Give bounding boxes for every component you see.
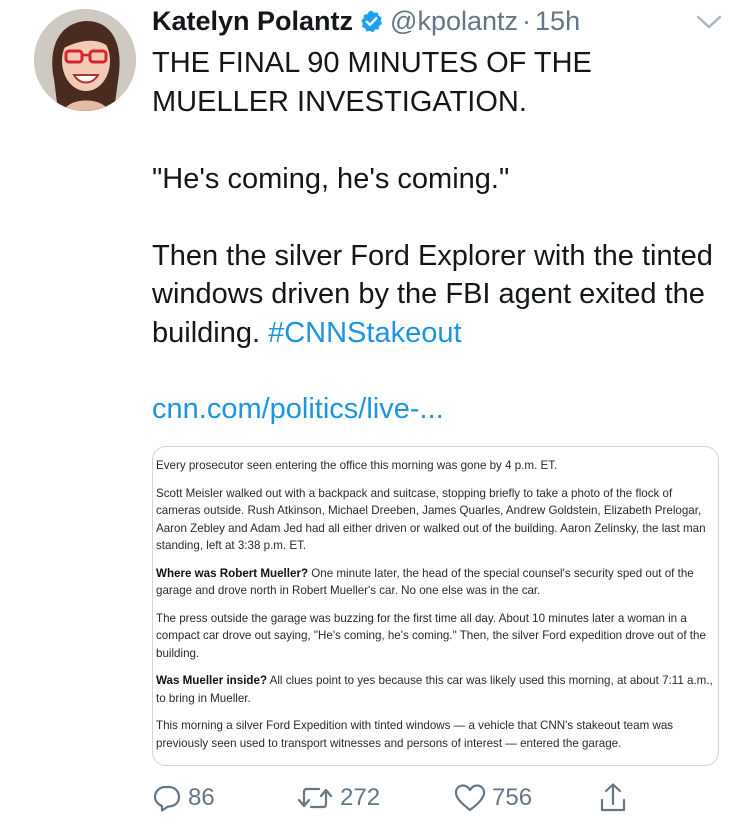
author-name[interactable]: Katelyn Polantz bbox=[152, 6, 353, 36]
reply-count: 86 bbox=[188, 784, 215, 811]
card-bold-lead: Where was Robert Mueller? bbox=[156, 566, 309, 580]
chevron-down-icon[interactable] bbox=[696, 14, 722, 30]
hashtag-link[interactable]: #CNNStakeout bbox=[268, 317, 461, 349]
tweet-time[interactable]: 15h bbox=[535, 6, 580, 36]
tweet-text-paragraph: Then the silver Ford Explorer with the t… bbox=[152, 237, 732, 353]
screenshot-card[interactable]: Every prosecutor seen entering the offic… bbox=[152, 446, 719, 766]
reply-button[interactable]: 86 bbox=[152, 780, 215, 816]
card-bold-lead: Was Mueller inside? bbox=[156, 674, 268, 687]
verified-badge-icon bbox=[359, 9, 384, 34]
tweet-text: THE FINAL 90 MINUTES OF THE MUELLER INVE… bbox=[152, 44, 732, 352]
card-paragraph: Every prosecutor seen entering the offic… bbox=[156, 459, 558, 472]
tweet: Katelyn Polantz @kpolantz · 15h THE FINAL 9… bbox=[0, 0, 749, 840]
share-icon bbox=[600, 783, 626, 812]
tweet-url-link[interactable]: cnn.com/politics/live-... bbox=[152, 393, 444, 426]
tweet-text-line: THE FINAL 90 MINUTES OF THE MUELLER INVE… bbox=[152, 47, 592, 118]
share-button[interactable] bbox=[598, 780, 628, 816]
card-paragraph: Scott Meisler walked out with a backpack… bbox=[156, 486, 706, 553]
avatar[interactable] bbox=[34, 9, 136, 111]
time-separator: · bbox=[522, 6, 532, 36]
card-paragraph: Was Mueller inside? All clues point to y… bbox=[156, 672, 714, 707]
card-article-text: Every prosecutor seen entering the offic… bbox=[156, 457, 714, 762]
retweet-icon bbox=[297, 787, 333, 809]
tweet-header: Katelyn Polantz @kpolantz · 15h bbox=[152, 6, 742, 46]
like-button[interactable]: 756 bbox=[454, 780, 532, 816]
tweet-text-quote: "He's coming, he's coming." bbox=[152, 162, 510, 195]
card-paragraph: Where was Robert Mueller? One minute lat… bbox=[156, 565, 714, 600]
retweet-button[interactable]: 272 bbox=[296, 780, 380, 816]
avatar-photo-icon bbox=[34, 9, 136, 111]
heart-icon bbox=[454, 784, 486, 812]
card-paragraph: The press outside the garage was buzzing… bbox=[156, 611, 706, 660]
tweet-actions: 86 272 756 bbox=[152, 780, 632, 816]
reply-icon bbox=[153, 785, 181, 812]
card-paragraph: This morning a silver Ford Expedition wi… bbox=[156, 719, 674, 750]
author-handle[interactable]: @kpolantz bbox=[390, 6, 518, 36]
retweet-count: 272 bbox=[340, 784, 381, 811]
like-count: 756 bbox=[492, 784, 533, 811]
